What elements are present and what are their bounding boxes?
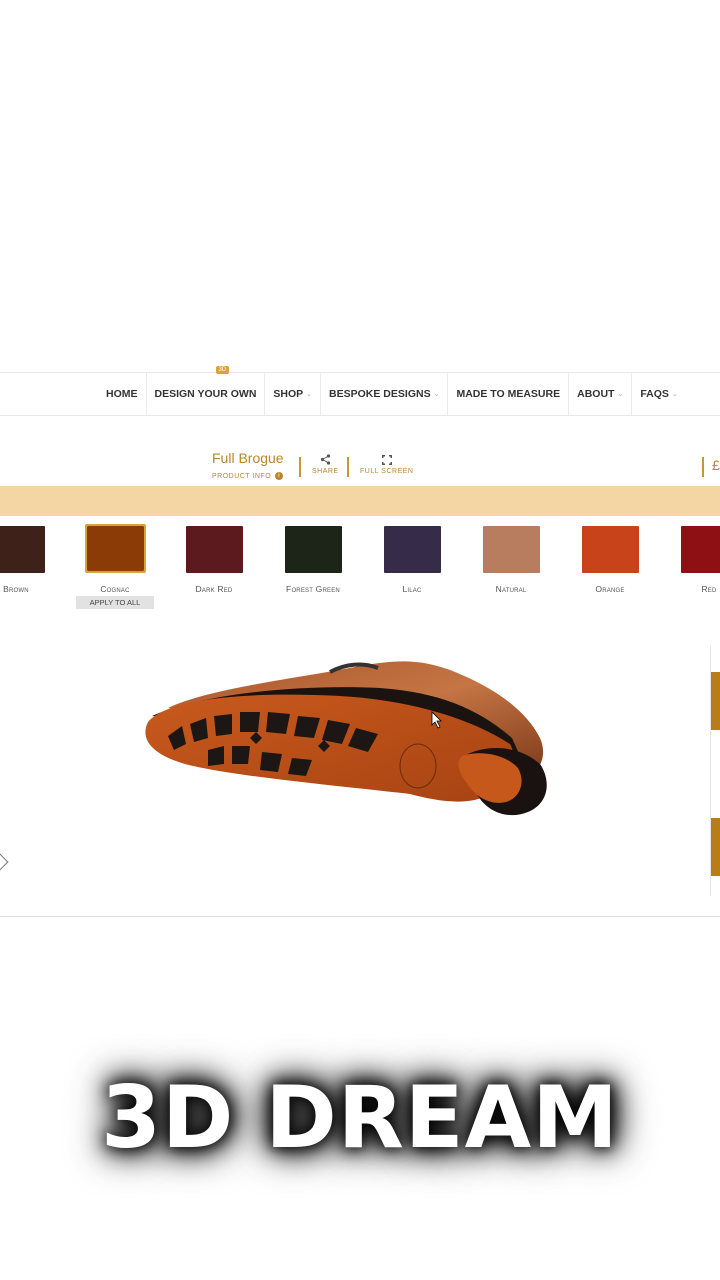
- product-title: Full Brogue: [212, 450, 284, 466]
- chevron-down-icon: ⌄: [671, 391, 678, 398]
- product-info-link[interactable]: PRODUCT INFO i: [212, 472, 284, 480]
- fullscreen-icon: [381, 454, 393, 468]
- divider: [0, 916, 720, 917]
- chevron-down-icon: ⌄: [617, 391, 624, 398]
- share-icon: [320, 454, 331, 468]
- fullscreen-label: FULL SCREEN: [360, 468, 414, 475]
- nav-shop[interactable]: SHOP ⌄: [265, 373, 322, 415]
- chevron-down-icon: ⌄: [433, 391, 440, 398]
- swatch-color: [0, 526, 45, 573]
- product-info-label: PRODUCT INFO: [212, 472, 272, 480]
- share-button[interactable]: SHARE: [312, 454, 339, 475]
- divider: [347, 457, 349, 477]
- swatch-dark-red[interactable]: Dark Red: [164, 524, 264, 594]
- nav-bespoke-designs[interactable]: BESPOKE DESIGNS ⌄: [321, 373, 449, 415]
- price: £: [712, 457, 720, 473]
- swatch-brown[interactable]: Brown: [0, 524, 66, 594]
- nav-about[interactable]: ABOUT ⌄: [569, 373, 633, 415]
- swatch-color: [84, 524, 146, 573]
- info-icon: i: [275, 472, 284, 480]
- swatch-color: [383, 526, 441, 573]
- swatch-label: Orange: [595, 584, 625, 594]
- swatch-color: [284, 526, 342, 573]
- 3d-viewer[interactable]: [0, 626, 720, 918]
- swatch-color: [680, 526, 720, 573]
- options-band: [0, 486, 720, 516]
- swatch-forest-green[interactable]: Forest Green: [263, 524, 363, 594]
- video-caption: 3D DREAM: [101, 1068, 619, 1168]
- swatch-color: [482, 526, 540, 573]
- 3d-badge: 3D: [215, 366, 230, 374]
- configurator-page: HOME 3D DESIGN YOUR OWN SHOP ⌄ BESPOKE DE…: [0, 364, 720, 918]
- nav-faqs[interactable]: FAQS ⌄: [632, 373, 685, 415]
- divider: [299, 457, 301, 477]
- swatch-orange[interactable]: Orange: [560, 524, 660, 594]
- color-swatches: APPLY TO ALL Brown Cognac Dark Red Forest G…: [0, 524, 720, 614]
- nav-home[interactable]: HOME: [98, 373, 147, 415]
- apply-to-all-button[interactable]: APPLY TO ALL: [76, 596, 154, 609]
- swatch-natural[interactable]: Natural: [461, 524, 561, 594]
- swatch-color: [185, 526, 243, 573]
- swatch-lilac[interactable]: Lilac: [362, 524, 462, 594]
- swatch-label: Red: [701, 584, 717, 594]
- swatch-label: Natural: [495, 584, 527, 594]
- swatch-label: Lilac: [402, 584, 422, 594]
- share-label: SHARE: [312, 468, 339, 475]
- nav-made-to-measure[interactable]: MADE TO MEASURE: [448, 373, 570, 415]
- fullscreen-button[interactable]: FULL SCREEN: [360, 454, 413, 475]
- side-panel-tab[interactable]: [711, 818, 720, 876]
- divider: [702, 457, 704, 477]
- swatch-label: Cognac: [100, 584, 130, 594]
- product-toolbar: Full Brogue PRODUCT INFO i SHARE FULL SC…: [0, 444, 720, 484]
- nav-design-your-own[interactable]: 3D DESIGN YOUR OWN: [147, 366, 266, 415]
- chevron-down-icon: ⌄: [306, 391, 313, 398]
- swatch-color: [581, 526, 639, 573]
- swatch-red[interactable]: Red: [659, 524, 720, 594]
- swatch-label: Brown: [3, 584, 29, 594]
- main-nav: HOME 3D DESIGN YOUR OWN SHOP ⌄ BESPOKE DE…: [0, 366, 720, 416]
- swatch-label: Dark Red: [195, 584, 233, 594]
- side-panel-tab[interactable]: [711, 672, 720, 730]
- shoe-3d-model: [145, 661, 547, 816]
- swatch-label: Forest Green: [286, 584, 340, 594]
- swatch-cognac[interactable]: Cognac: [65, 524, 165, 594]
